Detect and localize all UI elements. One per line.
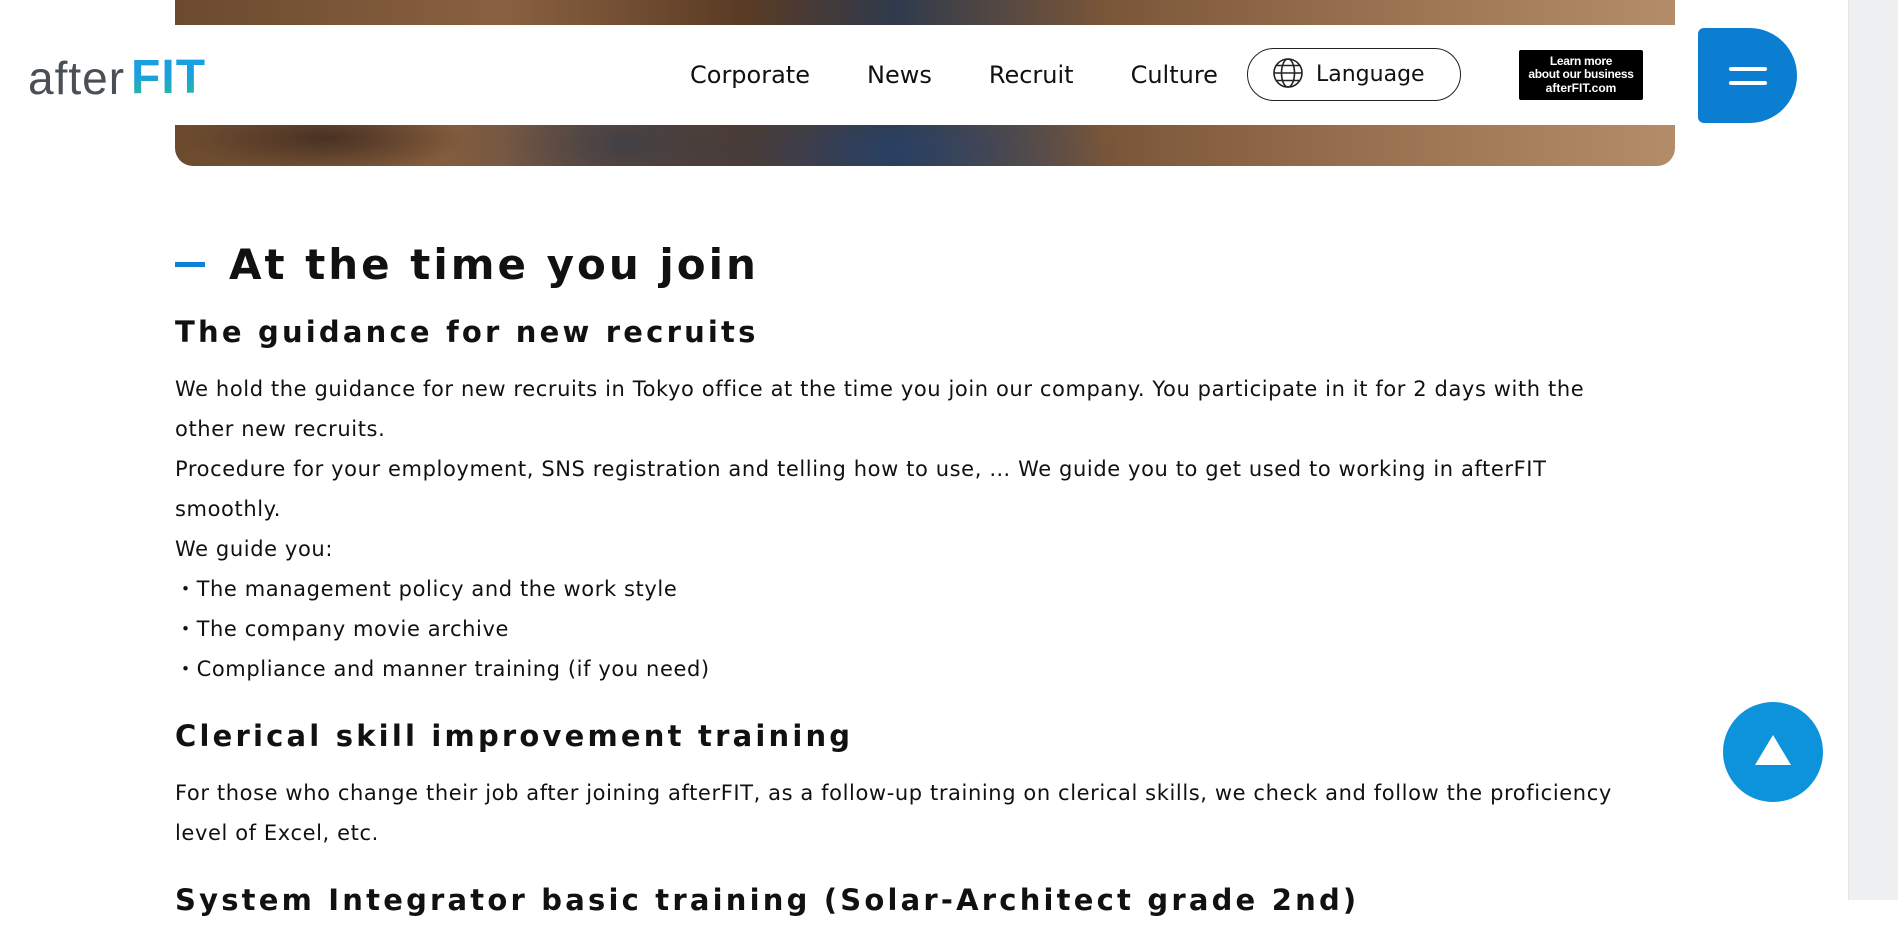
nav-item-recruit[interactable]: Recruit	[989, 60, 1074, 90]
logo-text-after: after	[28, 52, 126, 104]
hamburger-menu-icon-bar-top	[1728, 66, 1767, 71]
business-banner-line2: about our business	[1528, 67, 1634, 81]
business-banner-button[interactable]: Learn more about our business afterFIT.c…	[1519, 50, 1643, 100]
back-to-top-button[interactable]	[1723, 702, 1823, 802]
content-block-clerical: Clerical skill improvement training For …	[175, 719, 1645, 853]
nav-item-corporate[interactable]: Corporate	[690, 60, 810, 90]
block-heading-clerical: Clerical skill improvement training	[175, 719, 854, 753]
paragraph-line: We guide you:	[175, 537, 333, 561]
business-banner-line3: afterFIT.com	[1545, 81, 1617, 95]
nav-item-culture[interactable]: Culture	[1131, 60, 1218, 90]
globe-icon	[1272, 57, 1304, 93]
logo-text-fit: FIT	[131, 51, 207, 104]
paragraph-line: Procedure for your employment, SNS regis…	[175, 457, 1547, 521]
main-content: At the time you join The guidance for ne…	[175, 240, 1645, 947]
hamburger-menu-button[interactable]	[1698, 28, 1797, 123]
hamburger-menu-icon-bar-bottom	[1728, 80, 1767, 85]
language-button[interactable]: Language	[1247, 48, 1461, 101]
scrollbar-track[interactable]	[1848, 0, 1898, 900]
triangle-up-icon	[1753, 733, 1793, 771]
site-header: after FIT Corporate News Recruit Culture…	[0, 25, 1675, 125]
main-nav: Corporate News Recruit Culture	[690, 60, 1218, 90]
nav-item-news[interactable]: News	[867, 60, 932, 90]
content-block-guidance: The guidance for new recruits We hold th…	[175, 315, 1645, 689]
paragraph-line: We hold the guidance for new recruits in…	[175, 377, 1585, 441]
afterfit-logo[interactable]: after FIT	[28, 51, 207, 104]
content-block-system-integrator: System Integrator basic training (Solar-…	[175, 883, 1645, 917]
paragraph-line: For those who change their job after joi…	[175, 781, 1612, 845]
accent-dash	[175, 262, 205, 267]
bullet-item: ・The company movie archive	[175, 617, 510, 641]
section-heading: At the time you join	[229, 240, 759, 289]
block-heading-guidance: The guidance for new recruits	[175, 315, 759, 349]
bullet-item: ・Compliance and manner training (if you …	[175, 657, 710, 681]
bullet-item: ・The management policy and the work styl…	[175, 577, 678, 601]
language-label: Language	[1316, 62, 1425, 87]
section-title: At the time you join	[175, 240, 1645, 289]
block-heading-system-integrator: System Integrator basic training (Solar-…	[175, 883, 1360, 917]
